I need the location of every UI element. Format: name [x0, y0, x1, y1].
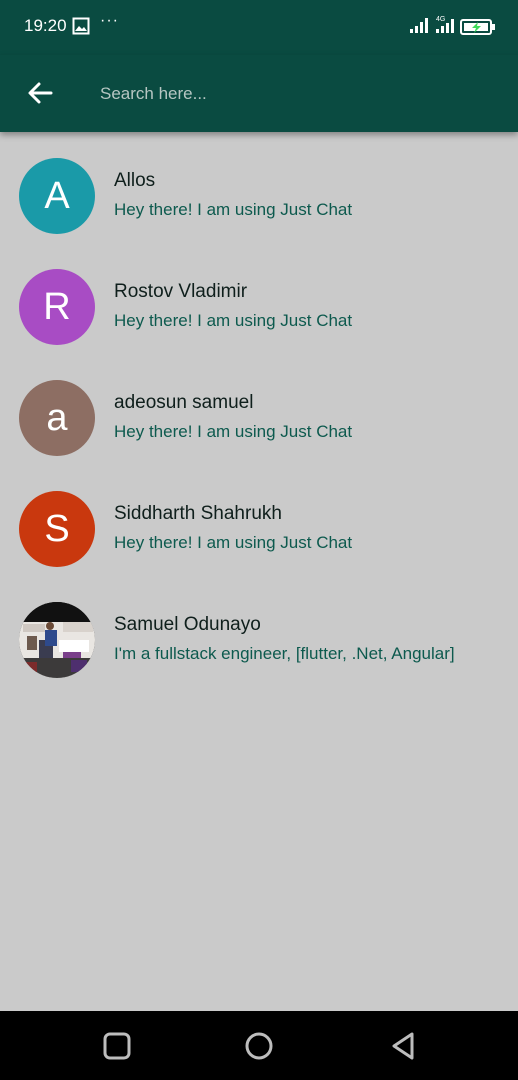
contact-name: Allos — [114, 170, 156, 191]
contact-status: Hey there! I am using Just Chat — [114, 200, 353, 219]
avatar: A — [19, 158, 95, 234]
contact-list: A Allos Hey there! I am using Just Chat … — [0, 132, 518, 687]
avatar: S — [19, 491, 95, 567]
contact-item[interactable]: R Rostov Vladimir Hey there! I am using … — [0, 243, 518, 354]
square-icon — [103, 1032, 131, 1060]
search-input[interactable] — [98, 77, 492, 111]
contact-status: Hey there! I am using Just Chat — [114, 311, 353, 330]
contact-item[interactable]: A Allos Hey there! I am using Just Chat — [0, 132, 518, 243]
navigation-bar — [0, 1011, 518, 1080]
back-nav-button[interactable] — [386, 1029, 420, 1063]
contact-item[interactable]: S Siddharth Shahrukh Hey there! I am usi… — [0, 465, 518, 576]
more-notifications-icon: ··· — [100, 12, 119, 29]
avatar-photo — [19, 602, 95, 678]
home-button[interactable] — [242, 1029, 276, 1063]
battery-icon — [460, 18, 496, 41]
back-button[interactable] — [22, 75, 58, 111]
status-bar: 19:20 ··· 4G — [0, 0, 518, 55]
signal-icon — [410, 17, 430, 38]
contact-item[interactable]: a adeosun samuel Hey there! I am using J… — [0, 354, 518, 465]
contact-status: I'm a fullstack engineer, [flutter, .Net… — [114, 644, 455, 663]
avatar: R — [19, 269, 95, 345]
contact-item[interactable]: Samuel Odunayo I'm a fullstack engineer,… — [0, 576, 518, 687]
contact-name: Siddharth Shahrukh — [114, 503, 282, 524]
app-bar — [0, 55, 518, 132]
avatar: a — [19, 380, 95, 456]
circle-icon — [245, 1032, 273, 1060]
recent-apps-button[interactable] — [100, 1029, 134, 1063]
contact-status: Hey there! I am using Just Chat — [114, 533, 353, 552]
image-notification-icon — [72, 17, 90, 35]
contact-name: Rostov Vladimir — [114, 281, 248, 302]
status-time: 19:20 — [24, 16, 67, 35]
triangle-back-icon — [392, 1032, 414, 1060]
arrow-left-icon — [28, 82, 53, 104]
signal-4g-icon: 4G — [436, 14, 456, 39]
contact-name: adeosun samuel — [114, 392, 254, 413]
contact-status: Hey there! I am using Just Chat — [114, 422, 353, 441]
network-label: 4G — [436, 16, 445, 23]
contact-name: Samuel Odunayo — [114, 614, 261, 635]
